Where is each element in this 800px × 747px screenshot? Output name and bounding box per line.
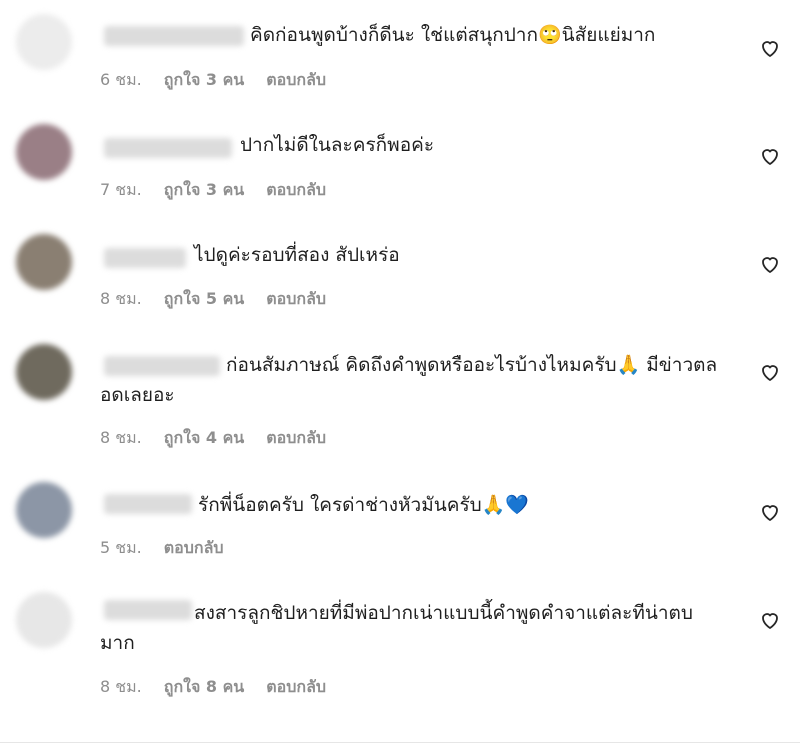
comment-meta: 8 ชม. ถูกใจ 5 คน ตอบกลับ: [100, 287, 326, 312]
avatar[interactable]: [16, 344, 72, 400]
comment-time[interactable]: 5 ชม.: [100, 536, 142, 561]
comment-text: ก่อนสัมภาษณ์ คิดถึงคำพูดหรืออะไรบ้างไหมค…: [100, 354, 718, 406]
comment-meta: 5 ชม. ตอบกลับ: [100, 536, 224, 561]
comment-likes[interactable]: ถูกใจ 4 คน: [164, 426, 244, 451]
comment-time[interactable]: 6 ชม.: [100, 68, 142, 93]
heart-icon[interactable]: [758, 36, 782, 60]
heart-icon[interactable]: [758, 608, 782, 632]
comment-meta: 8 ชม. ถูกใจ 8 คน ตอบกลับ: [100, 675, 326, 700]
comment-text: สงสารลูกชิปหายที่มีพ่อปากเน่าแบบนี้คำพูด…: [100, 602, 693, 654]
avatar[interactable]: [16, 124, 72, 180]
comment-time[interactable]: 8 ชม.: [100, 426, 142, 451]
username-blurred[interactable]: [104, 248, 186, 268]
reply-button[interactable]: ตอบกลับ: [266, 68, 326, 93]
comment-time[interactable]: 8 ชม.: [100, 287, 142, 312]
reply-button[interactable]: ตอบกลับ: [266, 426, 326, 451]
heart-icon[interactable]: [758, 252, 782, 276]
comment-time[interactable]: 7 ชม.: [100, 178, 142, 203]
username-blurred[interactable]: [104, 26, 244, 46]
comment-likes[interactable]: ถูกใจ 3 คน: [164, 178, 244, 203]
comment-meta: 6 ชม. ถูกใจ 3 คน ตอบกลับ: [100, 68, 326, 93]
comment-text: ไปดูค่ะรอบที่สอง สัปเหร่อ: [194, 244, 400, 266]
heart-icon[interactable]: [758, 500, 782, 524]
username-blurred[interactable]: [104, 138, 232, 158]
reply-button[interactable]: ตอบกลับ: [266, 287, 326, 312]
comment-meta: 8 ชม. ถูกใจ 4 คน ตอบกลับ: [100, 426, 326, 451]
comment-text: คิดก่อนพูดบ้างก็ดีนะ ใช่แต่สนุกปาก🙄นิสัย…: [250, 24, 656, 46]
comment-time[interactable]: 8 ชม.: [100, 675, 142, 700]
heart-icon[interactable]: [758, 360, 782, 384]
avatar[interactable]: [16, 14, 72, 70]
comment-likes[interactable]: ถูกใจ 8 คน: [164, 675, 244, 700]
heart-icon[interactable]: [758, 144, 782, 168]
divider: [0, 742, 800, 743]
comment-text: ปากไม่ดีในละครก็พอค่ะ: [240, 134, 435, 156]
comment-likes[interactable]: ถูกใจ 5 คน: [164, 287, 244, 312]
comment-likes[interactable]: ถูกใจ 3 คน: [164, 68, 244, 93]
username-blurred[interactable]: [104, 494, 192, 514]
reply-button[interactable]: ตอบกลับ: [164, 536, 224, 561]
reply-button[interactable]: ตอบกลับ: [266, 675, 326, 700]
avatar[interactable]: [16, 234, 72, 290]
reply-button[interactable]: ตอบกลับ: [266, 178, 326, 203]
avatar[interactable]: [16, 482, 72, 538]
comment-meta: 7 ชม. ถูกใจ 3 คน ตอบกลับ: [100, 178, 326, 203]
avatar[interactable]: [16, 592, 72, 648]
comment-text: รักพี่น็อตครับ ใครด่าช่างหัวมันครับ🙏💙: [198, 494, 530, 516]
